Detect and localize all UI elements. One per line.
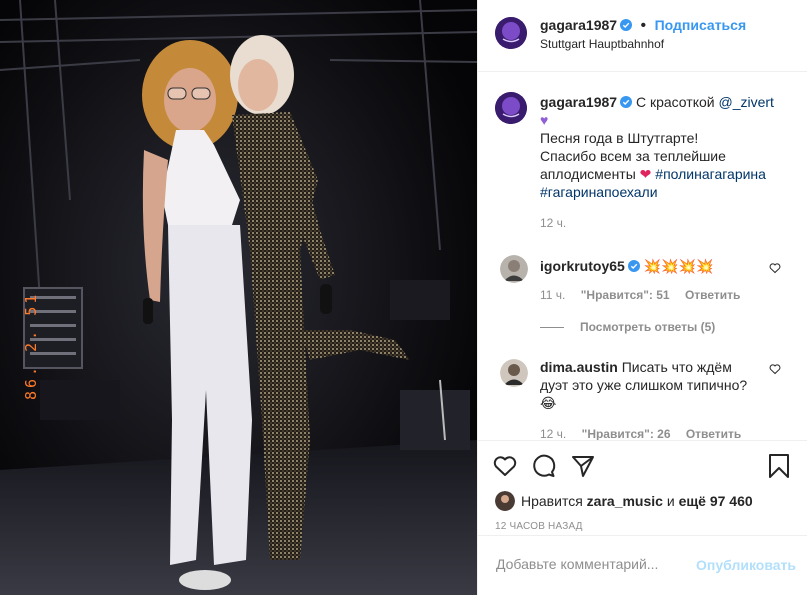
comment-text: igorkrutoy65 💥💥💥💥: [540, 257, 713, 275]
comment-time[interactable]: 12 ч.: [540, 427, 566, 440]
action-bar: Нравится zara_music и ещё 97 460 12 ЧАСО…: [478, 440, 807, 532]
comment-time[interactable]: 11 ч.: [540, 288, 565, 302]
post-header: gagara1987 • Подписаться Stuttgart Haupt…: [478, 0, 807, 72]
hashtag-link[interactable]: #полинагагарина: [655, 166, 766, 182]
comments-list[interactable]: gagara1987 С красоткой @_zivert ♥ Песня …: [478, 72, 807, 440]
comment-icon[interactable]: [531, 453, 557, 479]
header-separator: •: [640, 17, 647, 34]
commenter-avatar[interactable]: [500, 255, 528, 283]
photo-date-stamp: 86. 2. 51: [22, 291, 40, 400]
header-user-line: gagara1987 • Подписаться: [540, 17, 746, 35]
view-replies-button[interactable]: Посмотреть ответы (5): [540, 320, 715, 334]
liker-avatar[interactable]: [495, 491, 515, 511]
caption-line-3: Спасибо всем за теплейшие: [540, 148, 726, 164]
caption-username[interactable]: gagara1987: [540, 94, 617, 110]
commenter-username[interactable]: dima.austin: [540, 359, 618, 375]
red-heart-icon: ❤: [639, 166, 652, 182]
comment-likes[interactable]: "Нравится": 26: [582, 427, 671, 440]
post-location[interactable]: Stuttgart Hauptbahnhof: [540, 37, 664, 51]
post-sidebar: gagara1987 • Подписаться Stuttgart Haupt…: [477, 0, 807, 595]
author-username[interactable]: gagara1987: [540, 17, 617, 33]
likes-prefix: Нравится: [521, 493, 583, 509]
like-heart-icon[interactable]: [492, 453, 518, 479]
verified-icon: [620, 19, 633, 31]
instagram-post: 86. 2. 51 gagara1987 • Подписаться Stutt…: [0, 0, 807, 595]
commenter-avatar[interactable]: [500, 359, 528, 387]
commenter-username[interactable]: igorkrutoy65: [540, 258, 625, 274]
comment-body-line-1: Писать что ждём: [621, 359, 732, 375]
follow-button[interactable]: Подписаться: [655, 17, 747, 33]
save-bookmark-icon[interactable]: [766, 453, 792, 479]
comment-likes[interactable]: "Нравится": 51: [581, 288, 670, 302]
comment-meta: 12 ч. "Нравится": 26 Ответить: [540, 427, 753, 440]
replies-divider: [540, 326, 564, 328]
post-timestamp[interactable]: 12 ЧАСОВ НАЗАД: [495, 521, 583, 532]
like-comment-icon[interactable]: [769, 262, 781, 274]
caption-line-2: Песня года в Штутгарте!: [540, 130, 699, 146]
liker-username[interactable]: zara_music: [587, 493, 663, 509]
add-comment-box: Опубликовать: [478, 535, 807, 595]
comment-meta: 11 ч. "Нравится": 51 Ответить: [540, 288, 752, 302]
purple-heart-icon: ♥: [540, 112, 549, 128]
view-replies-label: Посмотреть ответы (5): [580, 320, 716, 334]
verified-icon: [627, 260, 640, 272]
verified-icon: [620, 96, 633, 108]
comment-body-line-2: дуэт это уже слишком типично?: [540, 377, 748, 393]
caption-time: 12 ч.: [540, 216, 578, 230]
reply-button[interactable]: Ответить: [686, 427, 741, 440]
comment-body-line-3: 😂: [540, 395, 557, 411]
caption-mention[interactable]: @_zivert: [718, 94, 773, 110]
caption-intro: С красоткой: [635, 94, 719, 110]
caption-timestamp[interactable]: 12 ч.: [540, 216, 566, 230]
caption-text: gagara1987 С красоткой @_zivert ♥ Песня …: [540, 93, 790, 201]
photo-scene: [0, 0, 477, 595]
hashtag-link[interactable]: #гагаринапоехали: [540, 184, 658, 200]
caption-avatar[interactable]: [495, 92, 527, 124]
post-photo[interactable]: 86. 2. 51: [0, 0, 477, 595]
likes-summary: Нравится zara_music и ещё 97 460: [495, 491, 753, 511]
author-avatar[interactable]: [495, 17, 527, 49]
likes-count[interactable]: ещё 97 460: [679, 493, 753, 509]
reply-button[interactable]: Ответить: [685, 288, 740, 302]
comment-text: dima.austin Писать что ждём дуэт это уже…: [540, 358, 770, 412]
like-comment-icon[interactable]: [769, 363, 781, 375]
publish-button[interactable]: Опубликовать: [696, 557, 796, 573]
caption-line-4: аплодисменты: [540, 166, 636, 182]
share-icon[interactable]: [570, 453, 596, 479]
comment-input[interactable]: [494, 555, 678, 573]
comment-body: 💥💥💥💥: [643, 258, 714, 274]
likes-connector: и: [666, 493, 675, 509]
